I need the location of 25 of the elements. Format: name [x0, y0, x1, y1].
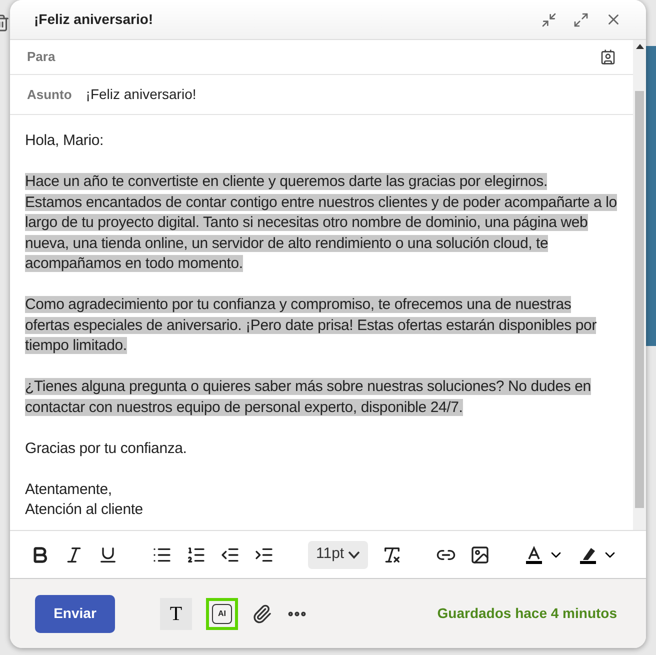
font-size-select[interactable]: 11pt [308, 540, 368, 568]
body-paragraph: Hola, Mario: [25, 131, 104, 151]
subject-field[interactable]: ¡Feliz aniversario! [86, 84, 196, 105]
save-status: Guardados hace 4 minutos [437, 604, 617, 623]
window-title: ¡Feliz aniversario! [34, 10, 154, 29]
body-paragraph: Gracias por tu confianza. [25, 438, 188, 458]
body-paragraph: ¿Tienes alguna pregunta o quieres saber más sobre nuestras soluciones? No dudes en contactar con nuestros equipo de personal experto, disponible 24/7. [25, 377, 592, 418]
maximize-icon[interactable] [573, 12, 589, 28]
image-icon[interactable] [470, 544, 490, 564]
body-paragraph: Atentamente, Atención al cliente [25, 480, 144, 520]
body-paragraph: Como agradecimiento por tu confianza y compromiso, te ofrecemos una de nuestras ofertas especiales de aniversario. ¡Pero date prisa! Estas ofertas estarán disponibles por tiempo limitado. [25, 295, 598, 356]
font-color-icon [524, 544, 544, 564]
clear-formatting-icon[interactable] [382, 544, 402, 564]
contacts-icon[interactable] [600, 49, 616, 65]
scrollbar[interactable] [633, 40, 646, 530]
to-label: Para [27, 48, 56, 66]
ai-button[interactable]: AI [206, 598, 238, 630]
attach-icon[interactable] [252, 604, 272, 624]
body-paragraph: Hace un año te convertiste en cliente y queremos darte las gracias por elegirnos. Estamos encantados de contar contigo entre nuestros clientes y de poder acompañarte a lo largo de tu proyecto digital. Tanto si necesitas otro nombre de dominio, una página web nueva, una tienda online, un servidor de alto rendimiento o una solución cloud, te acompañamos en todo momento. [25, 172, 618, 274]
underline-icon[interactable] [98, 544, 118, 564]
text-format-button[interactable]: T [160, 598, 192, 630]
send-button[interactable]: Enviar [35, 594, 115, 632]
chevron-down-icon [348, 550, 360, 558]
numbered-list-icon[interactable] [186, 544, 206, 564]
subject-label: Asunto [27, 86, 72, 104]
